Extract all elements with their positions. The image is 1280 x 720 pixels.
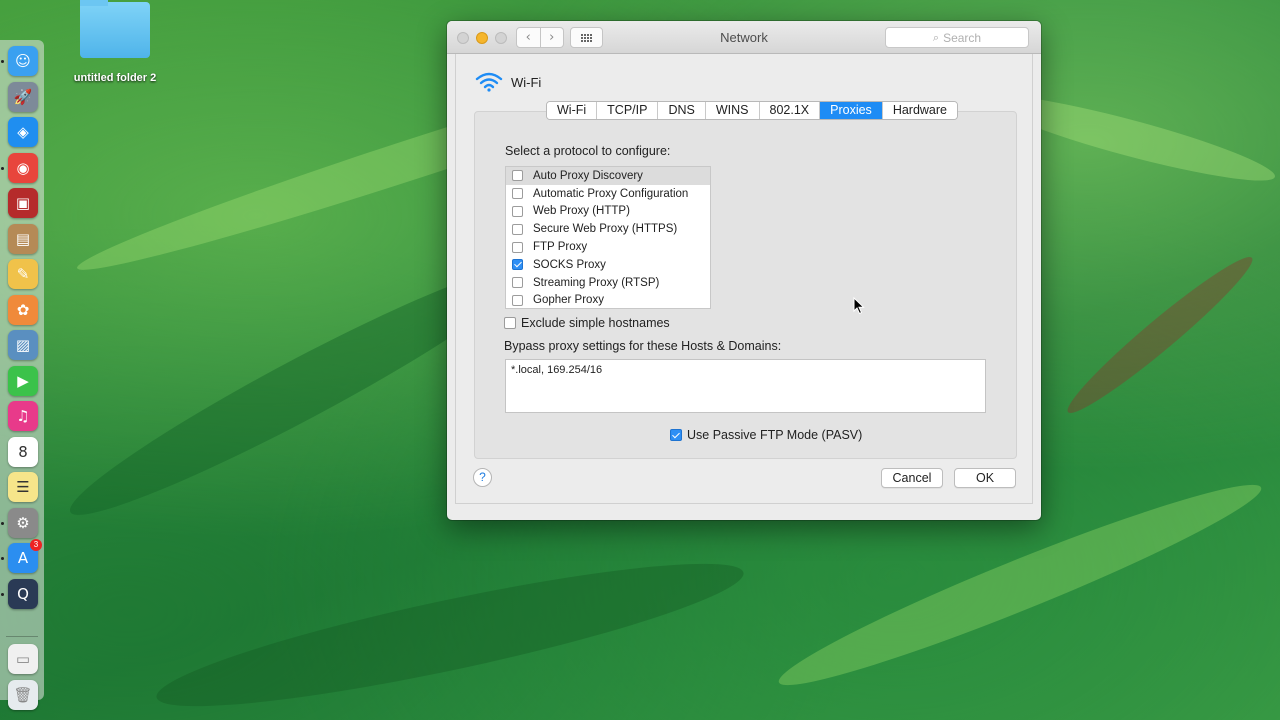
dock-photos-icon[interactable]: ✿ — [8, 294, 38, 325]
protocol-label: Streaming Proxy (RTSP) — [533, 276, 660, 289]
wifi-icon — [475, 72, 503, 92]
dock-facetime-icon[interactable]: ▶ — [8, 365, 38, 396]
folder-icon — [80, 0, 150, 58]
protocol-label: Secure Web Proxy (HTTPS) — [533, 223, 678, 236]
tab-802-1x[interactable]: 802.1X — [759, 102, 821, 119]
tab-wins[interactable]: WINS — [705, 102, 760, 119]
help-button[interactable]: ? — [473, 468, 492, 487]
dock-contacts-icon[interactable]: ▤ — [8, 223, 38, 254]
passive-ftp-label: Use Passive FTP Mode (PASV) — [687, 428, 863, 442]
search-field[interactable]: ⌕ Search — [885, 27, 1029, 48]
protocol-label: Web Proxy (HTTP) — [533, 205, 630, 218]
protocol-row[interactable]: SOCKS Proxy — [506, 256, 710, 274]
proxies-sheet: Wi-Fi Wi-Fi TCP/IP DNS WINS 802.1X Proxies Har… — [455, 54, 1033, 504]
search-placeholder: Search — [943, 30, 982, 45]
desktop-folder-label: untitled folder 2 — [73, 72, 157, 84]
dock-running-indicator — [1, 521, 4, 525]
dock-preview-icon[interactable]: ▨ — [8, 330, 38, 360]
tab-proxies[interactable]: Proxies — [820, 102, 883, 119]
tab-tcp-ip[interactable]: TCP/IP — [597, 102, 659, 119]
dock-photo-booth-icon[interactable]: ▣ — [8, 188, 38, 218]
dock-downloads-stack-icon[interactable]: ▭ — [8, 644, 38, 674]
dock-chrome-icon[interactable]: ◉ — [8, 152, 38, 183]
proxies-panel: Select a protocol to configure: Auto Pro… — [474, 111, 1017, 459]
select-protocol-label: Select a protocol to configure: — [505, 144, 671, 158]
tab-dns[interactable]: DNS — [658, 102, 706, 119]
protocol-list: Auto Proxy Discovery Automatic Proxy Conf… — [505, 166, 711, 309]
protocol-row[interactable]: Streaming Proxy (RTSP) — [506, 274, 710, 292]
bypass-hosts-field[interactable]: *.local, 169.254/16 — [505, 359, 986, 413]
dock-quicktime-icon[interactable]: Q — [8, 578, 38, 609]
dock-running-indicator — [1, 166, 4, 170]
dock-running-indicator — [1, 60, 4, 63]
protocol-label: Gopher Proxy — [533, 294, 604, 307]
wallpaper-blade — [149, 538, 751, 720]
dock-calendar-icon[interactable]: 8 — [8, 436, 38, 467]
tab-bar: Wi-Fi TCP/IP DNS WINS 802.1X Proxies Hardware — [546, 101, 958, 120]
network-window: ‹ › Network ⌕ Search Wi-Fi Wi-Fi TCP/IP DN… — [447, 21, 1041, 520]
dock-system-preferences-icon[interactable]: ⚙ — [8, 507, 38, 538]
protocol-row[interactable]: Automatic Proxy Configuration — [506, 185, 710, 203]
interface-header: Wi-Fi — [475, 72, 541, 92]
protocol-checkbox[interactable] — [512, 241, 523, 253]
protocol-row[interactable]: Web Proxy (HTTP) — [506, 203, 710, 221]
dock-trash-icon[interactable]: 🗑 — [8, 680, 38, 710]
dock-running-indicator — [1, 557, 4, 560]
mouse-cursor-icon — [853, 297, 865, 315]
tab-wi-fi[interactable]: Wi-Fi — [547, 102, 598, 119]
dock-notes-pencil-icon[interactable]: ✎ — [8, 259, 38, 289]
dock-running-indicator — [1, 592, 4, 596]
tab-hardware[interactable]: Hardware — [882, 102, 957, 119]
protocol-checkbox[interactable] — [512, 294, 523, 306]
protocol-label: Automatic Proxy Configuration — [533, 187, 689, 200]
exclude-simple-hostnames-checkbox[interactable] — [504, 317, 516, 329]
dock-app-store-icon[interactable]: A3 — [8, 539, 42, 573]
dock-badge: 3 — [30, 539, 42, 551]
desktop-folder[interactable]: untitled folder 2 — [70, 0, 160, 84]
passive-ftp-checkbox[interactable] — [670, 429, 682, 441]
dock-finder-icon[interactable]: ☺ — [8, 46, 38, 76]
exclude-simple-hostnames-label: Exclude simple hostnames — [521, 316, 670, 330]
dock-itunes-icon[interactable]: ♫ — [8, 401, 38, 431]
protocol-checkbox[interactable] — [512, 277, 523, 289]
protocol-label: SOCKS Proxy — [533, 258, 606, 271]
protocol-row[interactable]: FTP Proxy — [506, 238, 710, 256]
passive-ftp-row[interactable]: Use Passive FTP Mode (PASV) — [670, 428, 862, 442]
bypass-label: Bypass proxy settings for these Hosts & … — [504, 339, 782, 353]
titlebar: ‹ › Network ⌕ Search — [447, 21, 1041, 54]
wallpaper-blade — [1058, 246, 1262, 424]
protocol-row[interactable]: Auto Proxy Discovery — [506, 167, 710, 185]
protocol-checkbox[interactable] — [512, 170, 523, 182]
protocol-checkbox[interactable] — [512, 259, 523, 271]
search-icon: ⌕ — [932, 30, 940, 44]
protocol-label: FTP Proxy — [533, 241, 588, 254]
interface-name: Wi-Fi — [511, 74, 542, 90]
protocol-checkbox[interactable] — [512, 188, 523, 200]
protocol-checkbox[interactable] — [512, 205, 523, 217]
ok-button[interactable]: OK — [954, 468, 1016, 488]
dock-launchpad-icon[interactable]: 🚀 — [8, 81, 38, 112]
protocol-row[interactable]: Secure Web Proxy (HTTPS) — [506, 220, 710, 238]
dock-notes-icon[interactable]: ☰ — [8, 472, 38, 502]
protocol-checkbox[interactable] — [512, 223, 523, 235]
protocol-row[interactable]: Gopher Proxy — [506, 292, 710, 310]
cancel-button[interactable]: Cancel — [881, 468, 943, 488]
exclude-simple-hostnames-row[interactable]: Exclude simple hostnames — [504, 316, 670, 330]
protocol-label: Auto Proxy Discovery — [533, 169, 643, 182]
dock: ☺ 🚀 ◈ ◉ ▣ ▤ ✎ ✿ ▨ ▶ ♫ 8 ☰ ⚙ A 3 Q ▭ 🗑 — [0, 40, 44, 710]
dock-separator — [6, 636, 38, 637]
dock-safari-icon[interactable]: ◈ — [8, 117, 38, 147]
